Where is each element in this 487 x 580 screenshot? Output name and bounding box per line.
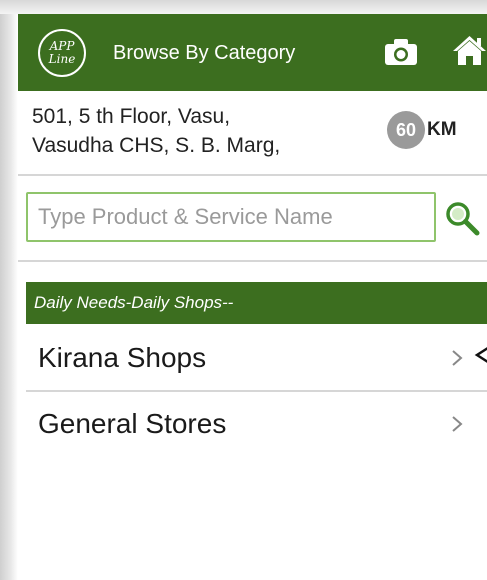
app-logo[interactable]: APP Line — [38, 29, 86, 77]
window-shadow-top — [0, 0, 487, 14]
app-header: APP Line Browse By Category — [18, 14, 487, 91]
logo-text-bottom: Line — [48, 52, 76, 66]
search-icon[interactable] — [444, 200, 480, 236]
distance-unit: KM — [427, 119, 457, 140]
divider — [18, 260, 487, 262]
category-item-kirana-shops[interactable]: Kirana Shops — [26, 326, 487, 390]
category-label: General Stores — [38, 408, 227, 439]
category-item-general-stores[interactable]: General Stores — [26, 392, 487, 456]
window-shadow-left — [0, 0, 18, 580]
distance-badge: 60 — [387, 111, 425, 149]
category-label: Kirana Shops — [38, 342, 207, 373]
chevron-right-icon — [452, 350, 463, 366]
delivery-address: 501, 5 th Floor, Vasu, Vasudha CHS, S. B… — [32, 102, 362, 160]
divider — [18, 174, 487, 176]
home-icon[interactable] — [452, 34, 487, 66]
search-input[interactable] — [26, 192, 436, 242]
app-screen: APP Line Browse By Category 501, 5 th Fl… — [18, 14, 487, 580]
address-line-1: 501, 5 th Floor, Vasu, — [32, 105, 231, 128]
address-line-2: Vasudha CHS, S. B. Marg, — [32, 134, 281, 157]
chevron-right-icon — [452, 416, 463, 432]
page-title: Browse By Category — [113, 42, 296, 64]
pointer-arrow-icon — [474, 347, 487, 363]
distance-filter[interactable]: 60 KM — [387, 111, 457, 149]
camera-icon[interactable] — [384, 38, 418, 66]
section-header: Daily Needs-Daily Shops-- — [26, 282, 487, 324]
